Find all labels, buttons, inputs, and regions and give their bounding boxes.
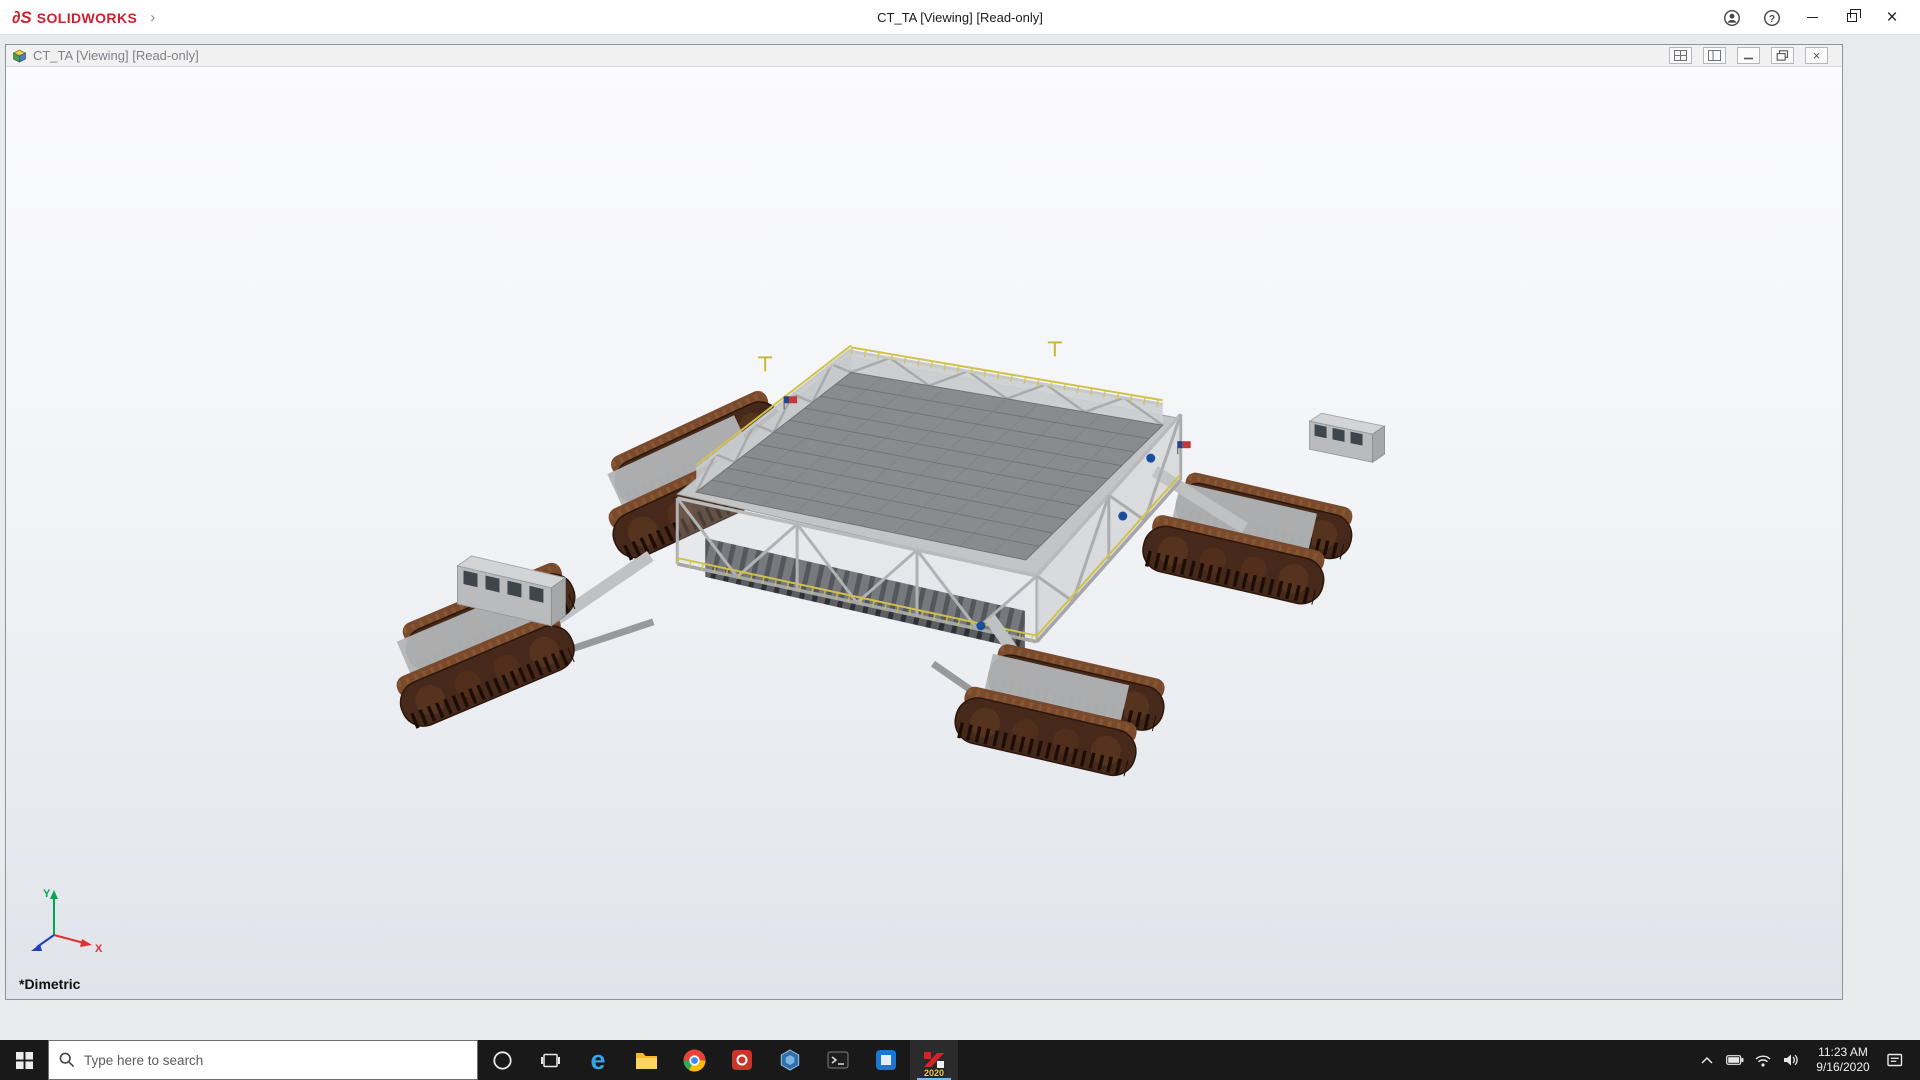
svg-text:X: X (95, 943, 103, 955)
start-button[interactable] (0, 1040, 48, 1080)
network-status[interactable] (1750, 1040, 1776, 1080)
tray-overflow-button[interactable] (1694, 1040, 1720, 1080)
edge-icon: e (590, 1047, 605, 1074)
view-orientation-label: *Dimetric (19, 976, 80, 992)
taskbar-item-hexagon-app[interactable] (766, 1040, 814, 1080)
red-app-icon (731, 1049, 753, 1071)
four-view-layout-icon (1674, 50, 1687, 61)
y-axis-icon (50, 890, 58, 899)
file-explorer-icon (635, 1051, 658, 1070)
search-input[interactable] (84, 1053, 467, 1068)
windows-taskbar: e (0, 1040, 1920, 1080)
document-minimize-button[interactable] (1737, 47, 1760, 64)
blue-app-icon (875, 1049, 897, 1071)
volume-status[interactable] (1778, 1040, 1804, 1080)
taskbar-item-file-explorer[interactable] (622, 1040, 670, 1080)
solidworks-logo: ∂S SOLIDWORKS › (12, 0, 155, 35)
taskbar-item-solidworks[interactable]: 2020 (910, 1040, 958, 1080)
hexagon-app-icon (779, 1049, 801, 1071)
task-view-button[interactable] (526, 1040, 574, 1080)
document-window-controls: × (1669, 47, 1828, 64)
viewport-layout-button[interactable] (1669, 47, 1692, 64)
taskbar-item-blue-app[interactable] (862, 1040, 910, 1080)
document-titlebar[interactable]: CT_TA [Viewing] [Read-only] (6, 45, 1842, 67)
track-assembly-front-right (951, 636, 1170, 783)
doc-close-icon: × (1813, 49, 1821, 62)
document-window: CT_TA [Viewing] [Read-only] (5, 44, 1843, 1000)
chevron-up-icon (1700, 1055, 1714, 1066)
search-icon (59, 1052, 75, 1068)
split-view-layout-icon (1708, 50, 1721, 61)
user-account-icon (1723, 9, 1741, 27)
solidworks-wordmark: SOLIDWORKS (37, 10, 137, 26)
restore-icon (1847, 13, 1857, 22)
account-button[interactable] (1712, 0, 1752, 35)
app-window-controls: ? × (1712, 0, 1912, 35)
minimize-button[interactable] (1792, 0, 1832, 35)
minimize-icon (1807, 17, 1818, 18)
wifi-icon (1755, 1054, 1771, 1067)
steering-cylinders (545, 622, 1004, 714)
document-restore-button[interactable] (1771, 47, 1794, 64)
svg-text:Y: Y (43, 888, 51, 900)
help-icon: ? (1763, 9, 1781, 27)
action-center-icon (1886, 1052, 1904, 1068)
x-axis-icon (80, 939, 92, 947)
cortana-icon (492, 1050, 513, 1071)
document-close-button[interactable]: × (1805, 47, 1828, 64)
chrome-icon (683, 1049, 706, 1072)
taskbar-search[interactable] (48, 1040, 478, 1080)
cortana-button[interactable] (478, 1040, 526, 1080)
graphics-viewport[interactable]: Y X *Dimetric (6, 67, 1842, 999)
solidworks-app-window: ∂S SOLIDWORKS › CT_TA [Viewing] [Read-on… (0, 0, 1920, 1080)
app-titlebar: ∂S SOLIDWORKS › CT_TA [Viewing] [Read-on… (0, 0, 1920, 35)
taskbar-item-chrome[interactable] (670, 1040, 718, 1080)
taskbar-item-red-app[interactable] (718, 1040, 766, 1080)
windows-logo-icon (16, 1052, 33, 1069)
battery-icon (1726, 1055, 1744, 1065)
crawler-transporter-model (6, 67, 1842, 999)
system-tray: 11:23 AM 9/16/2020 (1694, 1040, 1920, 1080)
split-view-button[interactable] (1703, 47, 1726, 64)
command-prompt-icon (827, 1051, 849, 1069)
help-button[interactable]: ? (1752, 0, 1792, 35)
taskbar-item-command-prompt[interactable] (814, 1040, 862, 1080)
taskbar-clock[interactable]: 11:23 AM 9/16/2020 (1806, 1040, 1880, 1080)
control-cab-right (1310, 413, 1385, 462)
action-center-button[interactable] (1882, 1040, 1908, 1080)
app-window-title: CT_TA [Viewing] [Read-only] (0, 0, 1920, 35)
battery-status[interactable] (1722, 1040, 1748, 1080)
assembly-document-icon (12, 49, 27, 63)
restore-button[interactable] (1832, 0, 1872, 35)
clock-time: 11:23 AM (1818, 1045, 1868, 1060)
close-icon: × (1886, 8, 1897, 27)
doc-restore-icon (1776, 50, 1789, 61)
speaker-icon (1783, 1053, 1799, 1067)
document-title: CT_TA [Viewing] [Read-only] (33, 48, 199, 63)
close-button[interactable]: × (1872, 0, 1912, 35)
clock-date: 9/16/2020 (1816, 1060, 1869, 1075)
menu-expand-arrow-icon[interactable]: › (150, 9, 155, 26)
doc-minimize-icon (1742, 50, 1755, 61)
dassault-logo-icon: ∂S (12, 8, 32, 28)
svg-text:?: ? (1769, 14, 1775, 25)
solidworks-version-badge: 2020 (910, 1068, 958, 1078)
taskbar-item-edge[interactable]: e (574, 1040, 622, 1080)
taskbar-empty-space (958, 1040, 1694, 1080)
task-view-icon (541, 1052, 560, 1069)
orientation-triad: Y X (16, 883, 108, 969)
